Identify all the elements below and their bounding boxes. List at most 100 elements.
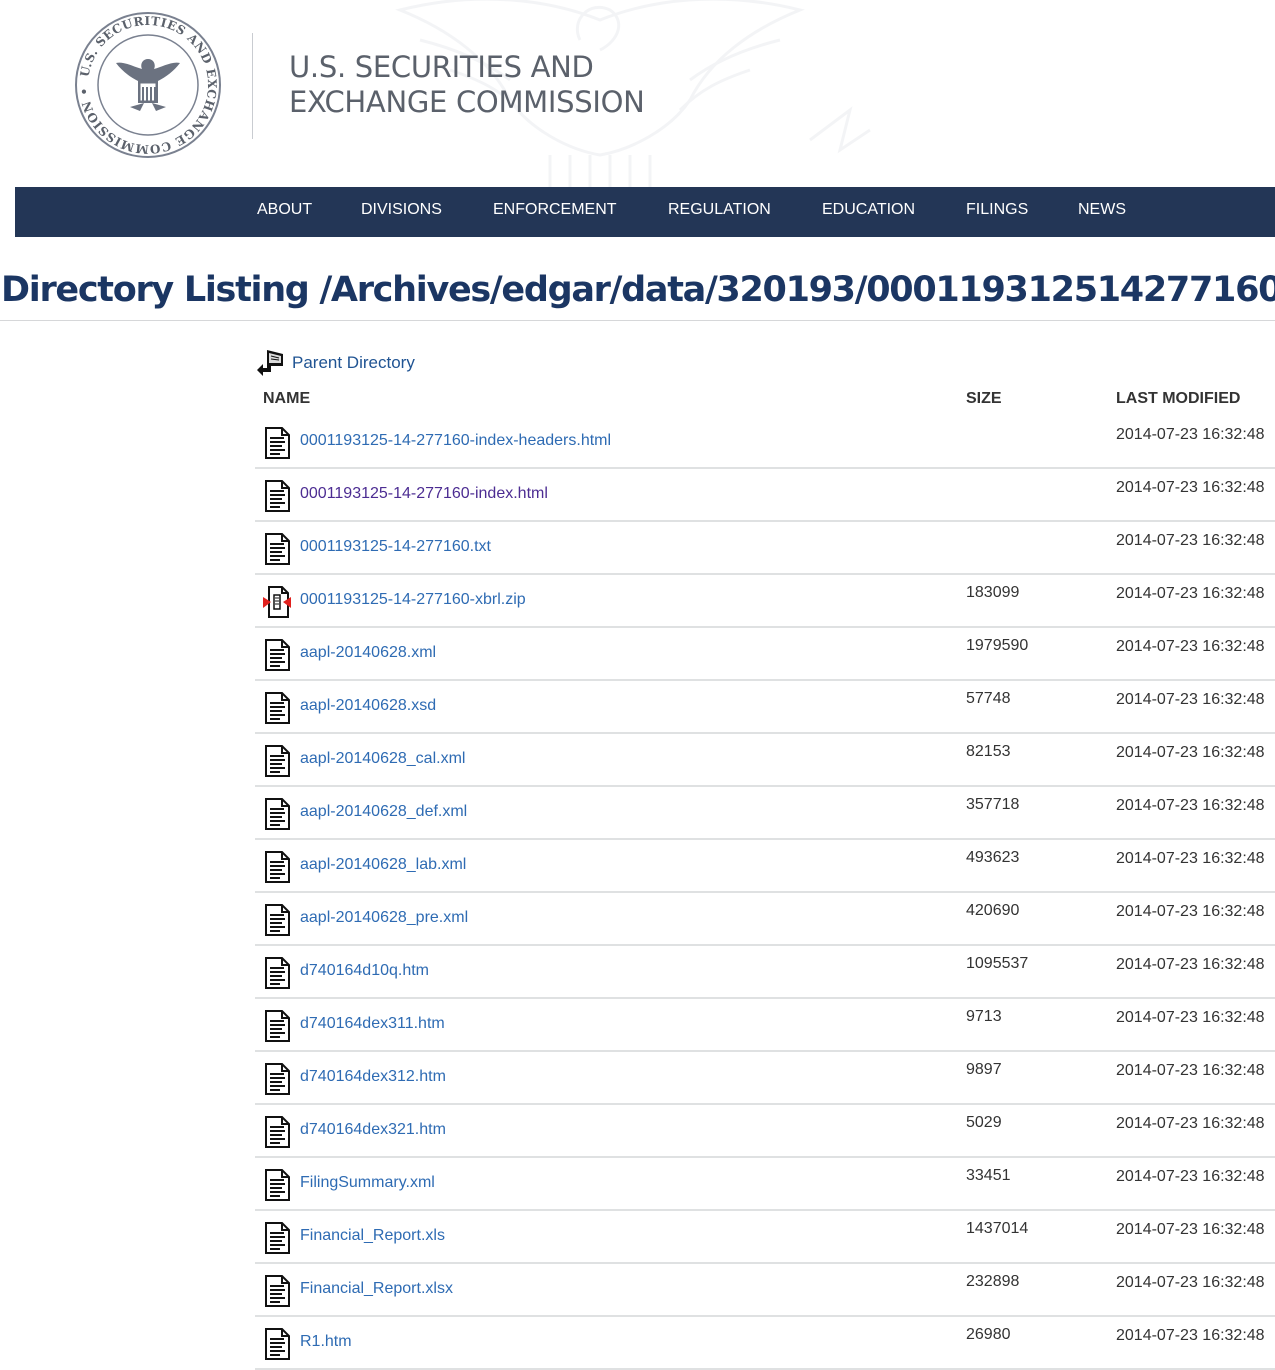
file-row: aapl-20140628_def.xml 357718 2014-07-23 16… bbox=[255, 787, 1275, 840]
file-link[interactable]: aapl-20140628_def.xml bbox=[300, 803, 467, 821]
file-link[interactable]: d740164d10q.htm bbox=[300, 962, 429, 980]
file-link[interactable]: aapl-20140628_pre.xml bbox=[300, 909, 468, 927]
file-last-modified: 2014-07-23 16:32:48 bbox=[1116, 426, 1265, 443]
file-last-modified: 2014-07-23 16:32:48 bbox=[1116, 850, 1265, 867]
file-size: 5029 bbox=[966, 1114, 1002, 1131]
nav-item-filings[interactable]: FILINGS bbox=[966, 187, 1028, 237]
file-size: 82153 bbox=[966, 743, 1011, 760]
file-link[interactable]: d740164dex311.htm bbox=[300, 1015, 445, 1033]
file-row: 0001193125-14-277160.txt 2014-07-23 16:32… bbox=[255, 522, 1275, 575]
agency-title[interactable]: U.S. SECURITIES AND EXCHANGE COMMISSION bbox=[289, 50, 645, 120]
file-size: 1437014 bbox=[966, 1220, 1029, 1237]
document-icon bbox=[262, 903, 292, 937]
file-last-modified: 2014-07-23 16:32:48 bbox=[1116, 638, 1265, 655]
nav-item-about[interactable]: ABOUT bbox=[257, 187, 312, 237]
file-size: 1979590 bbox=[966, 637, 1029, 654]
agency-title-line2: EXCHANGE COMMISSION bbox=[289, 85, 645, 119]
main-nav: ABOUT DIVISIONS ENFORCEMENT REGULATION E… bbox=[15, 187, 1275, 237]
file-size: 357718 bbox=[966, 796, 1020, 813]
file-last-modified: 2014-07-23 16:32:48 bbox=[1116, 1221, 1265, 1238]
parent-directory-label: Parent Directory bbox=[292, 353, 415, 372]
file-size: 33451 bbox=[966, 1167, 1011, 1184]
file-link[interactable]: aapl-20140628.xml bbox=[300, 644, 436, 662]
file-row: 0001193125-14-277160-xbrl.zip 183099 2014-… bbox=[255, 575, 1275, 628]
file-row: aapl-20140628_pre.xml 420690 2014-07-23 16… bbox=[255, 893, 1275, 946]
file-link[interactable]: R1.htm bbox=[300, 1333, 352, 1351]
file-link[interactable]: d740164dex321.htm bbox=[300, 1121, 446, 1139]
document-icon bbox=[262, 1009, 292, 1043]
file-row: aapl-20140628_lab.xml 493623 2014-07-23 16… bbox=[255, 840, 1275, 893]
nav-item-news[interactable]: NEWS bbox=[1078, 187, 1126, 237]
file-link[interactable]: 0001193125-14-277160-index-headers.html bbox=[300, 432, 611, 450]
file-link[interactable]: FilingSummary.xml bbox=[300, 1174, 435, 1192]
file-link[interactable]: 0001193125-14-277160-index.html bbox=[300, 485, 548, 503]
column-header-size: SIZE bbox=[966, 390, 1002, 407]
file-link[interactable]: 0001193125-14-277160.txt bbox=[300, 538, 491, 556]
file-link[interactable]: 0001193125-14-277160-xbrl.zip bbox=[300, 591, 526, 609]
file-last-modified: 2014-07-23 16:32:48 bbox=[1116, 903, 1265, 920]
file-row: R1.htm 26980 2014-07-23 16:32:48 bbox=[255, 1317, 1275, 1370]
file-link[interactable]: Financial_Report.xlsx bbox=[300, 1280, 453, 1298]
file-last-modified: 2014-07-23 16:32:48 bbox=[1116, 1327, 1265, 1344]
file-size: 1095537 bbox=[966, 955, 1029, 972]
file-last-modified: 2014-07-23 16:32:48 bbox=[1116, 532, 1265, 549]
file-row: 0001193125-14-277160-index.html 2014-07-2… bbox=[255, 469, 1275, 522]
file-last-modified: 2014-07-23 16:32:48 bbox=[1116, 744, 1265, 761]
file-link[interactable]: aapl-20140628_lab.xml bbox=[300, 856, 466, 874]
file-last-modified: 2014-07-23 16:32:48 bbox=[1116, 1168, 1265, 1185]
file-row: aapl-20140628.xml 1979590 2014-07-23 16:32… bbox=[255, 628, 1275, 681]
file-link[interactable]: d740164dex312.htm bbox=[300, 1068, 446, 1086]
file-size: 9713 bbox=[966, 1008, 1002, 1025]
compressed-file-icon bbox=[262, 585, 292, 619]
file-last-modified: 2014-07-23 16:32:48 bbox=[1116, 1274, 1265, 1291]
document-icon bbox=[262, 1062, 292, 1096]
document-icon bbox=[262, 744, 292, 778]
document-icon bbox=[262, 691, 292, 725]
agency-title-line1: U.S. SECURITIES AND bbox=[289, 50, 594, 84]
file-size: 26980 bbox=[966, 1326, 1011, 1343]
document-icon bbox=[262, 1274, 292, 1308]
file-row: d740164dex321.htm 5029 2014-07-23 16:32:48 bbox=[255, 1105, 1275, 1158]
document-icon bbox=[262, 638, 292, 672]
file-row: FilingSummary.xml 33451 2014-07-23 16:32:4… bbox=[255, 1158, 1275, 1211]
file-size: 232898 bbox=[966, 1273, 1020, 1290]
document-icon bbox=[262, 1327, 292, 1361]
file-row: d740164dex311.htm 9713 2014-07-23 16:32:48 bbox=[255, 999, 1275, 1052]
file-last-modified: 2014-07-23 16:32:48 bbox=[1116, 1062, 1265, 1079]
header-divider bbox=[252, 33, 253, 139]
file-listing: 0001193125-14-277160-index-headers.html 2… bbox=[255, 416, 1275, 1370]
document-icon bbox=[262, 850, 292, 884]
file-row: d740164dex312.htm 9897 2014-07-23 16:32:48 bbox=[255, 1052, 1275, 1105]
file-size: 9897 bbox=[966, 1061, 1002, 1078]
document-icon bbox=[262, 1115, 292, 1149]
nav-item-divisions[interactable]: DIVISIONS bbox=[361, 187, 442, 237]
nav-item-education[interactable]: EDUCATION bbox=[822, 187, 915, 237]
file-row: Financial_Report.xls 1437014 2014-07-23 16… bbox=[255, 1211, 1275, 1264]
document-icon bbox=[262, 1221, 292, 1255]
page-title: Directory Listing /Archives/edgar/data/3… bbox=[1, 270, 1275, 310]
document-icon bbox=[262, 479, 292, 513]
file-last-modified: 2014-07-23 16:32:48 bbox=[1116, 585, 1265, 602]
file-last-modified: 2014-07-23 16:32:48 bbox=[1116, 691, 1265, 708]
file-last-modified: 2014-07-23 16:32:48 bbox=[1116, 956, 1265, 973]
site-header: U.S. SECURITIES AND EXCHANGE COMMISSION … bbox=[0, 0, 1275, 187]
file-size: 420690 bbox=[966, 902, 1020, 919]
file-link[interactable]: aapl-20140628.xsd bbox=[300, 697, 436, 715]
nav-item-regulation[interactable]: REGULATION bbox=[668, 187, 771, 237]
column-header-last-modified: LAST MODIFIED bbox=[1116, 390, 1241, 407]
file-last-modified: 2014-07-23 16:32:48 bbox=[1116, 1009, 1265, 1026]
file-link[interactable]: aapl-20140628_cal.xml bbox=[300, 750, 465, 768]
document-icon bbox=[262, 797, 292, 831]
nav-item-enforcement[interactable]: ENFORCEMENT bbox=[493, 187, 617, 237]
title-divider bbox=[0, 320, 1275, 321]
file-size: 493623 bbox=[966, 849, 1020, 866]
file-last-modified: 2014-07-23 16:32:48 bbox=[1116, 1115, 1265, 1132]
file-link[interactable]: Financial_Report.xls bbox=[300, 1227, 445, 1245]
file-size: 183099 bbox=[966, 584, 1020, 601]
file-size: 57748 bbox=[966, 690, 1011, 707]
sec-seal-logo[interactable]: U.S. SECURITIES AND EXCHANGE COMMISSION … bbox=[74, 11, 222, 159]
document-icon bbox=[262, 426, 292, 460]
file-row: Financial_Report.xlsx 232898 2014-07-23 16… bbox=[255, 1264, 1275, 1317]
file-last-modified: 2014-07-23 16:32:48 bbox=[1116, 797, 1265, 814]
file-row: d740164d10q.htm 1095537 2014-07-23 16:32:4… bbox=[255, 946, 1275, 999]
